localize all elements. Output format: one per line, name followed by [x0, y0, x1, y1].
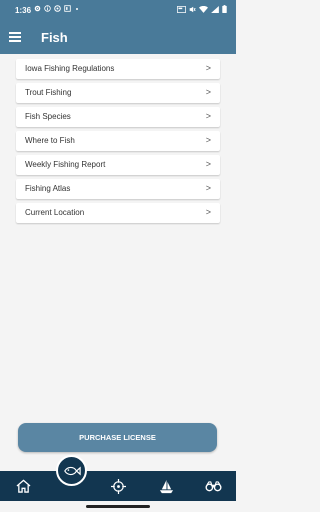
hamburger-menu-icon[interactable]: [9, 32, 21, 42]
bottom-nav: [0, 471, 236, 501]
menu-item-label: Iowa Fishing Regulations: [25, 64, 115, 73]
chevron-right-icon: >: [205, 207, 211, 217]
menu-item-label: Current Location: [25, 208, 85, 217]
menu-item-weekly-fishing-report[interactable]: Weekly Fishing Report >: [16, 155, 220, 175]
chevron-right-icon: >: [205, 111, 211, 121]
battery-icon: [222, 5, 227, 13]
chevron-right-icon: >: [205, 159, 211, 169]
chevron-right-icon: >: [205, 135, 211, 145]
menu-item-label: Fish Species: [25, 112, 71, 121]
menu-item-label: Trout Fishing: [25, 88, 72, 97]
cast-icon: [177, 5, 186, 13]
menu-item-current-location[interactable]: Current Location >: [16, 203, 220, 223]
wifi-icon: [199, 5, 208, 13]
home-indicator[interactable]: [86, 505, 150, 508]
menu-item-label: Weekly Fishing Report: [25, 160, 106, 169]
signal-icon: [211, 5, 219, 13]
binoculars-icon[interactable]: [203, 477, 223, 495]
chevron-right-icon: >: [205, 87, 211, 97]
sailboat-icon[interactable]: [156, 477, 176, 495]
status-time: 1:36: [15, 6, 32, 15]
app-bar: Fish: [0, 22, 236, 54]
dot-icon: [76, 7, 78, 10]
menu-list: Iowa Fishing Regulations > Trout Fishing >…: [16, 59, 220, 227]
menu-item-where-to-fish[interactable]: Where to Fish >: [16, 131, 220, 151]
status-bar: 1:36: [0, 0, 236, 22]
settings-status-icon: [34, 5, 41, 12]
purchase-license-button[interactable]: PURCHASE LICENSE: [18, 423, 217, 452]
chevron-right-icon: >: [205, 183, 211, 193]
mute-icon: [189, 6, 196, 12]
sync-status-icon: [54, 5, 61, 12]
menu-item-label: Fishing Atlas: [25, 184, 71, 193]
menu-item-iowa-fishing-regulations[interactable]: Iowa Fishing Regulations >: [16, 59, 220, 79]
menu-item-label: Where to Fish: [25, 136, 75, 145]
status-notification-icons: [34, 5, 78, 12]
app-status-icon: [64, 5, 71, 12]
info-status-icon: [44, 5, 51, 12]
crosshair-icon[interactable]: [108, 477, 128, 495]
status-system-icons: [177, 5, 227, 13]
menu-item-fishing-atlas[interactable]: Fishing Atlas >: [16, 179, 220, 199]
home-icon[interactable]: [13, 477, 33, 495]
fish-icon[interactable]: [56, 455, 87, 486]
chevron-right-icon: >: [205, 63, 211, 73]
page-title: Fish: [41, 30, 68, 45]
menu-item-trout-fishing[interactable]: Trout Fishing >: [16, 83, 220, 103]
menu-item-fish-species[interactable]: Fish Species >: [16, 107, 220, 127]
